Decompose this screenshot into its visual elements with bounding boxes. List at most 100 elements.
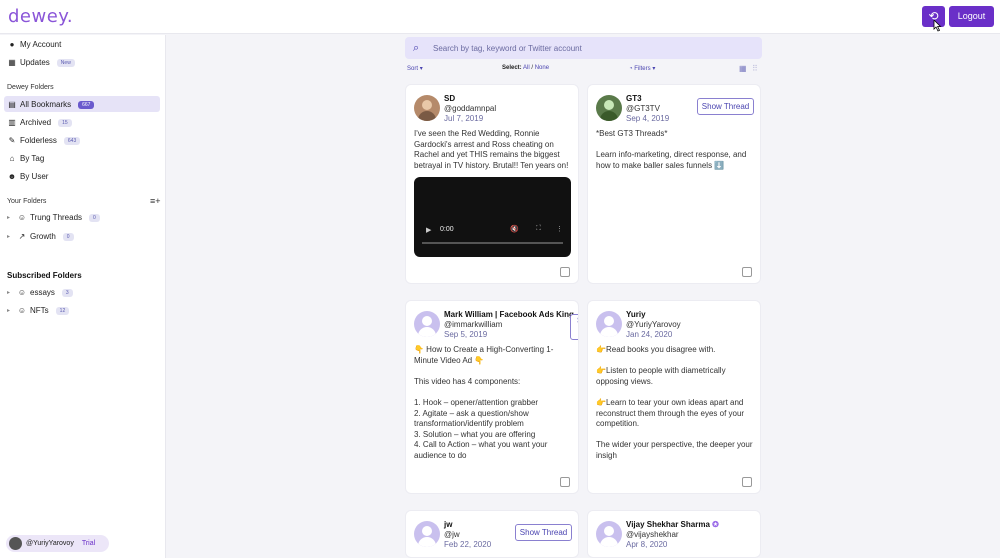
select-none-link[interactable]: None (535, 65, 549, 71)
bookmark-card[interactable]: Yuriy @YuriyYarovoy Jan 24, 2020 👉Read b… (587, 300, 761, 494)
sidebar-item-archived[interactable]: ▥ Archived 15 (7, 118, 72, 127)
tweet-date: Sep 5, 2019 (444, 330, 488, 339)
add-list-icon[interactable]: ≡+ (150, 196, 161, 206)
sidebar-folder-trung-threads[interactable]: ▸ ☺ Trung Threads 0 (7, 213, 100, 222)
sidebar-item-label: Archived (20, 118, 52, 127)
person-icon: ☻ (7, 172, 17, 181)
author-handle: @jw (444, 530, 460, 539)
tweet-date: Jul 7, 2019 (444, 114, 484, 123)
chart-icon: ↗ (18, 232, 26, 241)
show-thread-button[interactable]: Show Thread (570, 314, 578, 340)
tag-icon: ⌂ (9, 154, 15, 163)
logout-button[interactable]: Logout (949, 6, 994, 27)
sidebar-item-label: By User (20, 172, 49, 181)
expand-triangle-icon[interactable]: ▸ (7, 307, 14, 314)
bookmark-card[interactable]: SD @goddamnpal Jul 7, 2019 I've seen the… (405, 84, 579, 284)
play-icon[interactable]: ▶ (426, 226, 431, 234)
sidebar-folder-essays[interactable]: ▸ ☺ essays 3 (7, 288, 73, 297)
author-name: Mark William | Facebook Ads King (444, 310, 574, 319)
select-all-link[interactable]: All (523, 65, 530, 71)
pin-icon: ✎ (8, 136, 16, 145)
sidebar-item-label: All Bookmarks (20, 100, 72, 109)
video-player[interactable]: ▶ 0:00 🔇 ⛶ ⋮ (414, 177, 571, 257)
author-name: Vijay Shekhar Sharma ✪ (626, 520, 719, 529)
bookmark-card[interactable]: jw @jw Feb 22, 2020 Show Thread (405, 510, 579, 558)
avatar (596, 311, 622, 337)
avatar (596, 521, 622, 547)
author-name-text: Vijay Shekhar Sharma (626, 520, 710, 529)
sidebar-item-by-tag[interactable]: ⌂ By Tag (7, 154, 45, 163)
calendar-icon: ▦ (8, 58, 16, 67)
chevron-down-icon: ▾ (419, 66, 423, 72)
folder-label: Trung Threads (30, 213, 83, 222)
sidebar-item-by-user[interactable]: ☻ By User (7, 172, 49, 181)
count-badge: 667 (78, 100, 95, 109)
filters-label: Filters (634, 66, 651, 72)
tweet-date: Jan 24, 2020 (626, 330, 673, 339)
sidebar-folder-growth[interactable]: ▸ ↗ Growth 0 (7, 232, 74, 241)
show-thread-button[interactable]: Show Thread (697, 98, 754, 115)
search-input[interactable] (433, 40, 753, 56)
author-name: GT3 (626, 94, 642, 103)
subscribed-folders-heading: Subscribed Folders (7, 271, 82, 280)
more-options-icon[interactable]: ⋮ (556, 225, 563, 233)
user-handle: @YuriyYarovoy (26, 540, 74, 547)
select-label: Select: (502, 65, 522, 71)
select-checkbox[interactable] (560, 267, 570, 277)
sort-dropdown[interactable]: Sort ▾ (407, 65, 423, 72)
tweet-text: 👉Read books you disagree with. 👉Listen t… (596, 345, 753, 460)
expand-triangle-icon[interactable]: ▸ (7, 214, 14, 221)
sidebar-item-my-account[interactable]: ● My Account (7, 40, 62, 49)
count-badge: 15 (58, 118, 72, 127)
author-name: SD (444, 94, 456, 103)
fullscreen-icon[interactable]: ⛶ (536, 225, 541, 233)
video-time: 0:00 (440, 226, 454, 233)
author-name: Yuriy (626, 310, 646, 319)
bookmark-card[interactable]: GT3 @GT3TV Sep 4, 2019 Show Thread *Best… (587, 84, 761, 284)
select-checkbox[interactable] (742, 477, 752, 487)
mute-icon[interactable]: 🔇 (510, 225, 519, 233)
select-separator: / (531, 65, 534, 71)
count-badge: 643 (63, 136, 81, 145)
expand-triangle-icon[interactable]: ▸ (7, 289, 14, 296)
chevron-down-icon: ▾ (652, 66, 656, 72)
show-thread-button[interactable]: Show Thread (515, 524, 572, 541)
tweet-text: *Best GT3 Threads* Learn info-marketing,… (596, 129, 747, 170)
sidebar-folder-nfts[interactable]: ▸ ☺ NFTs 12 (7, 306, 70, 315)
tweet-date: Apr 8, 2020 (626, 540, 668, 549)
user-pill[interactable]: @YuriyYarovoy Trial (6, 535, 109, 552)
sidebar: ● My Account ▦ Updates New Dewey Folders… (0, 35, 166, 558)
list-view-icon[interactable]: ⠿ (752, 64, 758, 73)
sunglasses-icon: ☺ (17, 213, 27, 222)
expand-triangle-icon[interactable]: ▸ (7, 233, 14, 240)
bookmark-card[interactable]: Mark William | Facebook Ads King @immark… (405, 300, 579, 494)
bookmark-card[interactable]: Vijay Shekhar Sharma ✪ @vijayshekhar Apr… (587, 510, 761, 558)
avatar (414, 95, 440, 121)
author-handle: @GT3TV (626, 104, 660, 113)
app-logo[interactable]: dewey. (8, 6, 73, 27)
grid-view-icon[interactable]: ▦ (739, 64, 747, 73)
avatar (9, 537, 22, 550)
sidebar-item-label: By Tag (20, 154, 45, 163)
sidebar-item-all-bookmarks[interactable]: ▤ All Bookmarks 667 (7, 100, 95, 109)
plan-badge: Trial (81, 540, 96, 547)
filter-icon: ◔ (629, 66, 633, 72)
bookmark-icon: ▤ (8, 100, 16, 109)
archive-icon: ▥ (8, 118, 16, 127)
folder-label: Growth (30, 232, 56, 241)
select-checkbox[interactable] (560, 477, 570, 487)
folder-label: essays (30, 288, 55, 297)
sidebar-item-folderless[interactable]: ✎ Folderless 643 (7, 136, 81, 145)
select-checkbox[interactable] (742, 267, 752, 277)
count-badge: 0 (89, 213, 100, 222)
sidebar-item-updates[interactable]: ▦ Updates New (7, 58, 75, 67)
sort-label: Sort (407, 66, 419, 72)
filters-dropdown[interactable]: ◔ Filters ▾ (629, 65, 655, 72)
avatar (414, 311, 440, 337)
sunglasses-icon: ☺ (17, 306, 27, 315)
avatar (414, 521, 440, 547)
count-badge: 0 (62, 232, 74, 241)
video-progress-bar[interactable] (422, 242, 563, 244)
tweet-text: I've seen the Red Wedding, Ronnie Gardoc… (414, 129, 569, 170)
avatar (596, 95, 622, 121)
